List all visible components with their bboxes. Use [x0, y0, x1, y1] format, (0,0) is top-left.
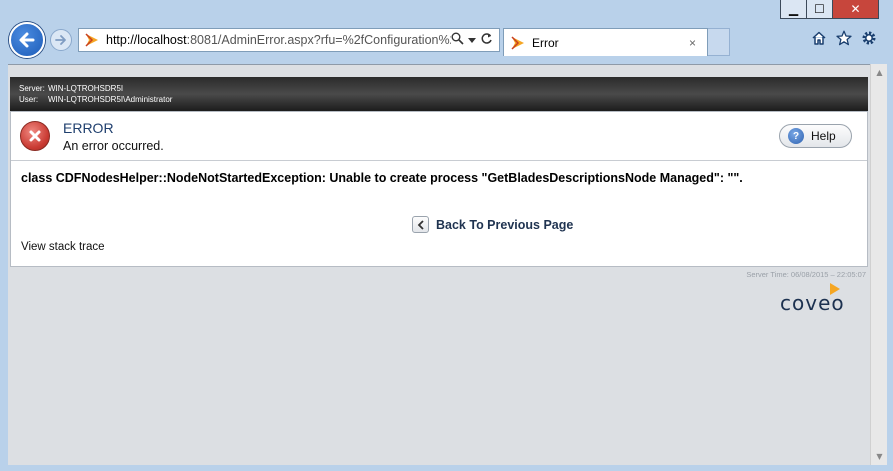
help-question-icon: ? [788, 128, 804, 144]
scroll-up-arrow-icon[interactable]: ▲ [871, 64, 888, 81]
error-x-icon [20, 121, 50, 151]
chevron-left-icon [412, 216, 429, 233]
back-button[interactable] [9, 22, 45, 58]
user-label: User: [19, 95, 39, 104]
url-path: :8081/AdminError.aspx?rfu=%2fConfigurati… [186, 33, 451, 47]
window-frame-right [887, 64, 893, 471]
home-icon[interactable] [810, 29, 828, 47]
settings-gear-icon[interactable] [860, 29, 878, 47]
forward-button[interactable] [50, 29, 72, 51]
url-host: http://localhost [106, 33, 187, 47]
coveo-logo: coveo [780, 283, 866, 315]
exception-message: class CDFNodesHelper::NodeNotStartedExce… [21, 171, 743, 185]
arrow-left-icon [19, 32, 35, 48]
back-label: Back To Previous Page [436, 217, 574, 232]
page-viewport: Server: WIN-LQTROHSDR5I User: WIN-LQTROH… [8, 64, 870, 465]
search-icon[interactable] [451, 32, 464, 48]
window-controls: ▁ ☐ ✕ [780, 0, 879, 19]
server-label: Server: [19, 84, 45, 93]
minimize-button[interactable]: ▁ [780, 0, 807, 19]
server-time: Server Time: 06/08/2015 – 22:05:07 [746, 270, 866, 279]
new-tab-button[interactable] [708, 28, 730, 56]
help-button[interactable]: ? Help [779, 124, 852, 148]
error-header: ERROR An error occurred. ? Help [11, 112, 867, 161]
tab-close-icon[interactable]: × [689, 36, 707, 50]
coveo-triangle-icon [830, 283, 840, 295]
dropdown-arrow-icon[interactable] [468, 33, 476, 47]
error-panel: ERROR An error occurred. ? Help class CD… [10, 111, 868, 267]
favorites-star-icon[interactable] [835, 29, 853, 47]
vertical-scrollbar[interactable]: ▲ ▼ [870, 64, 887, 465]
user-value: WIN-LQTROHSDR5I\Administrator [48, 95, 173, 104]
server-value: WIN-LQTROHSDR5I [48, 84, 124, 93]
back-to-previous-page-button[interactable]: Back To Previous Page [412, 216, 573, 233]
error-subtitle: An error occurred. [63, 139, 164, 153]
tab-error[interactable]: Error × [503, 28, 708, 56]
address-bar[interactable]: http://localhost:8081/AdminError.aspx?rf… [78, 28, 500, 52]
site-favicon-icon [84, 32, 100, 48]
server-info-bar: Server: WIN-LQTROHSDR5I User: WIN-LQTROH… [10, 77, 868, 111]
refresh-icon[interactable] [480, 32, 493, 48]
view-stack-trace-link[interactable]: View stack trace [21, 241, 105, 253]
window-frame-bottom [0, 465, 893, 471]
browser-titlebar: ▁ ☐ ✕ http://localhost:8081/AdminError.a… [0, 0, 893, 64]
arrow-right-icon [55, 35, 66, 45]
scroll-down-arrow-icon[interactable]: ▼ [871, 448, 888, 465]
help-label: Help [811, 129, 836, 143]
tab-title: Error [532, 35, 559, 50]
error-title: ERROR [63, 120, 114, 136]
tab-favicon-icon [510, 35, 526, 51]
maximize-button[interactable]: ☐ [806, 0, 833, 19]
address-url[interactable]: http://localhost:8081/AdminError.aspx?rf… [106, 33, 451, 47]
close-window-button[interactable]: ✕ [832, 0, 879, 19]
